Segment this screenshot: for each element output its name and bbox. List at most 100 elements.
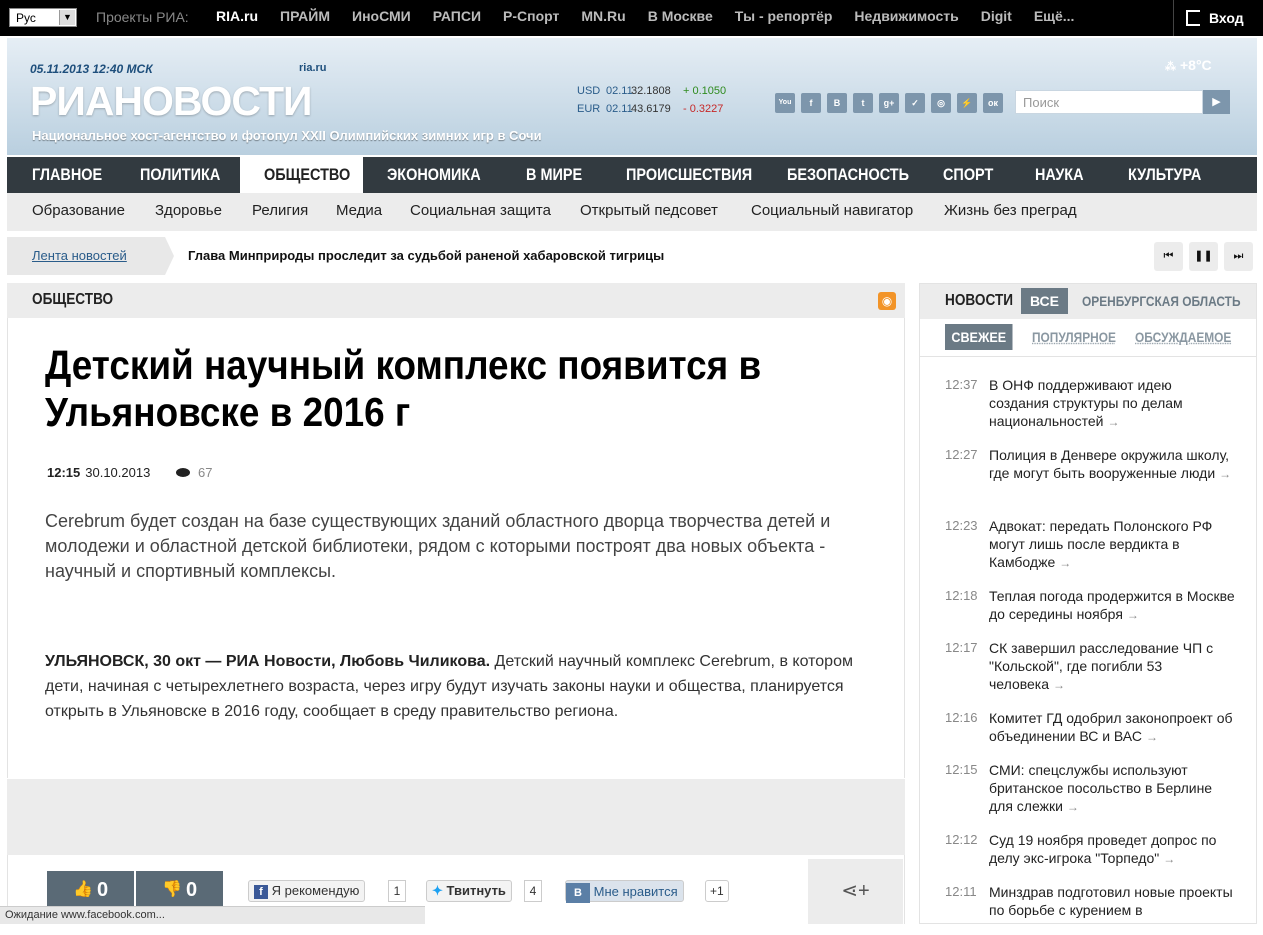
nav-item-active[interactable]: Общество [264, 157, 350, 193]
lightning-icon[interactable]: ⚡ [957, 93, 977, 113]
thumbs-down-icon: 👎 [162, 881, 182, 898]
nav-item[interactable]: Наука [1035, 157, 1084, 193]
livejournal-icon[interactable]: ✓ [905, 93, 925, 113]
dislike-button[interactable]: 👎 0 [136, 871, 223, 911]
project-link[interactable]: РАПСИ [433, 8, 481, 24]
language-select[interactable]: Рус ▼ [9, 8, 77, 27]
subnav-item[interactable]: Здоровье [155, 202, 222, 219]
nav-item[interactable]: Экономика [387, 157, 481, 193]
filter-fresh[interactable]: Свежее [945, 324, 1013, 350]
news-headline[interactable]: Комитет ГД одобрил законопроект об объед… [989, 710, 1233, 744]
news-item[interactable]: 12:17 СК завершил расследование ЧП с "Ко… [945, 639, 1245, 709]
news-sidebar: Новости Все Оренбургская область Свежее … [919, 283, 1257, 924]
social-icons: You f В t g+ ✓ ◎ ⚡ ок [775, 93, 1009, 113]
facebook-recommend-button[interactable]: f Я рекомендую [248, 880, 366, 902]
sidebar-header: Новости Все Оренбургская область [920, 284, 1256, 319]
tab-all[interactable]: Все [1021, 288, 1068, 314]
weather-widget[interactable]: ⁂ +8°C [1165, 57, 1212, 73]
news-item[interactable]: 12:23 Адвокат: передать Полонского РФ мо… [945, 517, 1245, 587]
login-icon [1186, 10, 1200, 26]
news-headline[interactable]: Минздрав подготовил новые проекты по бор… [989, 884, 1233, 918]
subnav-item[interactable]: Социальный навигатор [751, 202, 913, 219]
project-link[interactable]: Недвижимость [854, 8, 958, 24]
ticker-label[interactable]: Лента новостей [7, 237, 165, 275]
project-link[interactable]: MN.Ru [581, 8, 625, 24]
news-time: 12:11 [945, 884, 977, 899]
nav-item[interactable]: Происшествия [626, 157, 752, 193]
nav-item[interactable]: В мире [526, 157, 582, 193]
subnav-item[interactable]: Религия [252, 202, 308, 219]
arrow-right-icon: → [1059, 556, 1072, 570]
facebook-icon: f [254, 885, 268, 899]
weather-temp: +8°C [1180, 57, 1212, 73]
news-item[interactable]: 12:15 СМИ: спецслужбы используют британс… [945, 761, 1245, 831]
search-input[interactable]: Поиск [1015, 90, 1203, 114]
like-button[interactable]: 👍 0 [47, 871, 134, 911]
odnoklassniki-icon[interactable]: ок [983, 93, 1003, 113]
youtube-icon[interactable]: You [775, 93, 795, 113]
nav-item[interactable]: Политика [140, 157, 220, 193]
tweet-button[interactable]: ✦ Твитнуть [426, 880, 512, 902]
section-title[interactable]: Общество [32, 291, 113, 309]
subnav-item[interactable]: Социальная защита [410, 202, 551, 219]
vkontakte-icon[interactable]: В [827, 93, 847, 113]
news-item[interactable]: 12:11 Минздрав подготовил новые проекты … [945, 883, 1245, 935]
project-link[interactable]: ИноСМИ [352, 8, 411, 24]
news-item[interactable]: 12:16 Комитет ГД одобрил законопроект об… [945, 709, 1245, 761]
search-button[interactable]: ▶ [1203, 90, 1230, 114]
project-link[interactable]: ПРАЙМ [280, 8, 330, 24]
project-link[interactable]: Ты - репортёр [735, 8, 833, 24]
nav-item[interactable]: Главное [32, 157, 102, 193]
news-time: 12:17 [945, 640, 978, 655]
tab-region[interactable]: Оренбургская область [1082, 293, 1241, 309]
subnav-item[interactable]: Открытый педсовет [580, 202, 718, 219]
skip-back-icon[interactable]: ⏮ [1154, 242, 1183, 271]
share-icon[interactable]: ⋖+ [808, 859, 903, 924]
google-plus-one-button[interactable]: +1 [705, 880, 729, 902]
news-item[interactable]: 12:12 Суд 19 ноября проведет допрос по д… [945, 831, 1245, 883]
news-item[interactable]: 12:27 Полиция в Денвере окружила школу, … [945, 446, 1245, 517]
news-headline[interactable]: Теплая погода продержится в Москве до се… [989, 588, 1235, 622]
skip-forward-icon[interactable]: ⏭ [1224, 242, 1253, 271]
nav-item[interactable]: Культура [1128, 157, 1201, 193]
project-link[interactable]: Digit [981, 8, 1012, 24]
project-link[interactable]: Р-Спорт [503, 8, 559, 24]
news-time: 12:16 [945, 710, 978, 725]
news-headline[interactable]: Суд 19 ноября проведет допрос по делу эк… [989, 832, 1216, 866]
twitter-icon[interactable]: t [853, 93, 873, 113]
nav-item[interactable]: Спорт [943, 157, 993, 193]
news-item[interactable]: 12:18 Теплая погода продержится в Москве… [945, 587, 1245, 639]
vk-like-button[interactable]: B Мне нравится [565, 880, 684, 903]
news-headline[interactable]: Полиция в Денвере окружила школу, где мо… [989, 447, 1229, 481]
pause-icon[interactable]: ❚❚ [1189, 242, 1218, 271]
ticker-headline[interactable]: Глава Минприроды проследит за судьбой ра… [188, 248, 664, 263]
news-headline[interactable]: В ОНФ поддерживают идею создания структу… [989, 377, 1183, 429]
ria-small-link[interactable]: ria.ru [299, 62, 327, 74]
nav-item[interactable]: Безопасность [787, 157, 909, 193]
filter-discussed[interactable]: Обсуждаемое [1135, 329, 1231, 345]
arrow-right-icon: → [1107, 415, 1120, 429]
dislike-count: 0 [186, 879, 198, 901]
main-nav: Главное Политика Общество Экономика В ми… [7, 157, 1257, 193]
facebook-icon[interactable]: f [801, 93, 821, 113]
rss-icon[interactable]: ◉ [878, 292, 896, 310]
news-headline[interactable]: СК завершил расследование ЧП с "Кольской… [989, 640, 1213, 692]
subnav-item[interactable]: Жизнь без преград [944, 202, 1077, 219]
project-link[interactable]: В Москве [648, 8, 713, 24]
vk-icon: B [566, 883, 590, 903]
google-plus-icon[interactable]: g+ [879, 93, 899, 113]
site-logo[interactable]: РИАНОВОСТИ [30, 78, 313, 124]
news-item[interactable]: 12:37 В ОНФ поддерживают идею создания с… [945, 376, 1245, 446]
subnav-item[interactable]: Медиа [336, 202, 382, 219]
subnav-item[interactable]: Образование [32, 202, 125, 219]
login-button[interactable]: Вход [1173, 0, 1263, 36]
project-link[interactable]: RIA.ru [216, 8, 258, 24]
news-time: 12:18 [945, 588, 978, 603]
filter-popular[interactable]: Популярное [1032, 329, 1116, 345]
news-headline[interactable]: Адвокат: передать Полонского РФ могут ли… [989, 518, 1212, 570]
more-projects-link[interactable]: Ещё... [1034, 8, 1075, 24]
instagram-icon[interactable]: ◎ [931, 93, 951, 113]
news-headline[interactable]: СМИ: спецслужбы используют британское по… [989, 762, 1212, 814]
ticker-label-link[interactable]: Лента новостей [32, 248, 127, 263]
sidebar-title: Новости [945, 292, 1014, 309]
